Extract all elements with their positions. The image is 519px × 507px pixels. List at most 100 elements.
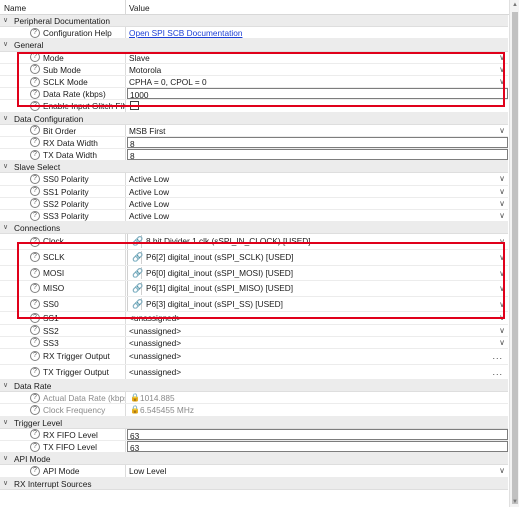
text-field-data-rate-kbps[interactable]: 1000 bbox=[127, 88, 508, 100]
help-icon[interactable]: ? bbox=[30, 236, 40, 247]
help-icon[interactable]: ? bbox=[30, 267, 40, 278]
property-name-cell[interactable]: ? SS0 bbox=[0, 297, 125, 312]
category-rx-interrupt-sources[interactable]: ∨ RX Interrupt Sources bbox=[0, 477, 508, 490]
property-name-cell[interactable]: ? SS1 bbox=[0, 312, 125, 323]
text-field-rx-fifo-level[interactable]: 63 bbox=[127, 428, 508, 441]
property-name-cell[interactable]: ? MISO bbox=[0, 281, 125, 296]
chevron-down-icon[interactable]: ∨ bbox=[499, 234, 505, 249]
header-column-divider[interactable] bbox=[125, 0, 126, 15]
help-icon[interactable]: ? bbox=[30, 174, 40, 185]
collapse-chevron-icon[interactable]: ∨ bbox=[3, 380, 8, 392]
category-api-mode[interactable]: ∨ API Mode bbox=[0, 453, 508, 466]
collapse-chevron-icon[interactable]: ∨ bbox=[3, 161, 8, 173]
help-icon[interactable]: ? bbox=[30, 366, 40, 377]
property-name-cell[interactable]: ? TX Trigger Output bbox=[0, 365, 125, 380]
name-column-header[interactable]: Name bbox=[4, 3, 26, 13]
help-icon[interactable]: ? bbox=[30, 429, 40, 440]
property-name-cell[interactable]: ? Bit Order bbox=[0, 125, 125, 136]
property-name-cell[interactable]: ? SS2 bbox=[0, 325, 125, 336]
property-name-cell[interactable]: ? Clock Frequency bbox=[0, 404, 125, 415]
property-name-cell[interactable]: ? Clock bbox=[0, 234, 125, 249]
collapse-chevron-icon[interactable]: ∨ bbox=[3, 417, 8, 429]
link-icon[interactable]: 🔗 bbox=[132, 297, 143, 312]
chevron-down-icon[interactable]: ∨ bbox=[499, 266, 505, 281]
help-icon[interactable]: ? bbox=[30, 337, 40, 348]
help-icon[interactable]: ? bbox=[30, 210, 40, 221]
more-options-icon[interactable]: ... bbox=[492, 349, 503, 364]
help-icon[interactable]: ? bbox=[30, 299, 40, 310]
scroll-down-arrow-icon[interactable]: ▼ bbox=[510, 497, 519, 507]
scroll-thumb[interactable] bbox=[512, 12, 518, 504]
chevron-down-icon[interactable]: ∨ bbox=[499, 210, 505, 221]
property-name-cell[interactable]: ? SCLK bbox=[0, 250, 125, 265]
property-name-cell[interactable]: ? Mode bbox=[0, 52, 125, 63]
connection-dropdown-sclk[interactable]: 🔗 P6[2] digital_inout (sSPI_SCLK) [USED] ∨ bbox=[127, 249, 508, 265]
vertical-scrollbar[interactable]: ▲ ▼ bbox=[509, 0, 519, 507]
dropdown-sub-mode[interactable]: Motorola ∨ bbox=[127, 64, 508, 75]
collapse-chevron-icon[interactable]: ∨ bbox=[3, 39, 8, 51]
more-options-icon[interactable]: ... bbox=[492, 365, 503, 380]
property-name-cell[interactable]: ? Enable Input Glitch Filter bbox=[0, 100, 125, 111]
property-name-cell[interactable]: ? RX Data Width bbox=[0, 137, 125, 148]
property-name-cell[interactable]: ? SCLK Mode bbox=[0, 76, 125, 87]
property-name-cell[interactable]: ? RX FIFO Level bbox=[0, 429, 125, 440]
property-name-cell[interactable]: ? Sub Mode bbox=[0, 64, 125, 75]
help-icon[interactable]: ? bbox=[30, 88, 40, 99]
connection-dropdown-clock[interactable]: 🔗 8 bit Divider 1 clk (sSPI_IN_CLOCK) [US… bbox=[127, 234, 508, 249]
property-name-cell[interactable]: ? TX FIFO Level bbox=[0, 441, 125, 452]
category-data-rate[interactable]: ∨ Data Rate bbox=[0, 380, 508, 393]
property-name-cell[interactable]: ? TX Data Width bbox=[0, 149, 125, 160]
help-icon[interactable]: ? bbox=[30, 466, 40, 476]
dropdown-ss1[interactable]: <unassigned> ∨ bbox=[127, 312, 508, 323]
dropdown-ss1-polarity[interactable]: Active Low ∨ bbox=[127, 186, 508, 197]
dropdown-ss2[interactable]: <unassigned> ∨ bbox=[127, 325, 508, 336]
property-name-cell[interactable]: ? SS3 Polarity bbox=[0, 210, 125, 221]
help-icon[interactable]: ? bbox=[30, 76, 40, 87]
connection-dropdown-ss0[interactable]: 🔗 P6[3] digital_inout (sSPI_SS) [USED] ∨ bbox=[127, 296, 508, 312]
glitch-filter-checkbox[interactable] bbox=[130, 101, 139, 111]
help-icon[interactable]: ? bbox=[30, 392, 40, 403]
help-icon[interactable]: ? bbox=[30, 137, 40, 148]
dropdown-sclk-mode[interactable]: CPHA = 0, CPOL = 0 ∨ bbox=[127, 76, 508, 87]
link-icon[interactable]: 🔗 bbox=[132, 281, 143, 296]
link-icon[interactable]: 🔗 bbox=[132, 234, 143, 249]
trigger-output-tx-trigger-output[interactable]: <unassigned>... bbox=[127, 365, 508, 380]
chevron-down-icon[interactable]: ∨ bbox=[499, 281, 505, 296]
category-slave-select[interactable]: ∨ Slave Select bbox=[0, 161, 508, 174]
chevron-down-icon[interactable]: ∨ bbox=[499, 250, 505, 265]
connection-dropdown-mosi[interactable]: 🔗 P6[0] digital_inout (sSPI_MOSI) [USED] ∨ bbox=[127, 265, 508, 281]
collapse-chevron-icon[interactable]: ∨ bbox=[3, 15, 8, 27]
chevron-down-icon[interactable]: ∨ bbox=[499, 173, 505, 184]
help-icon[interactable]: ? bbox=[30, 198, 40, 209]
chevron-down-icon[interactable]: ∨ bbox=[499, 198, 505, 209]
help-icon[interactable]: ? bbox=[30, 52, 40, 63]
category-connections[interactable]: ∨ Connections bbox=[0, 222, 508, 235]
help-icon[interactable]: ? bbox=[30, 441, 40, 452]
dropdown-ss2-polarity[interactable]: Active Low ∨ bbox=[127, 198, 508, 209]
link-icon[interactable]: 🔗 bbox=[132, 266, 143, 281]
category-data-configuration[interactable]: ∨ Data Configuration bbox=[0, 112, 508, 125]
property-name-cell[interactable]: ? SS0 Polarity bbox=[0, 173, 125, 184]
help-icon[interactable]: ? bbox=[30, 325, 40, 336]
dropdown-ss3[interactable]: <unassigned> ∨ bbox=[127, 337, 508, 348]
dropdown-ss0-polarity[interactable]: Active Low ∨ bbox=[127, 173, 508, 184]
help-icon[interactable]: ? bbox=[30, 64, 40, 75]
collapse-chevron-icon[interactable]: ∨ bbox=[3, 478, 8, 490]
help-icon[interactable]: ? bbox=[30, 252, 40, 263]
category-peripheral-documentation[interactable]: ∨ Peripheral Documentation bbox=[0, 15, 508, 28]
value-column-header[interactable]: Value bbox=[129, 3, 150, 13]
dropdown-ss3-polarity[interactable]: Active Low ∨ bbox=[127, 210, 508, 221]
dropdown-mode[interactable]: Slave ∨ bbox=[127, 52, 508, 63]
property-name-cell[interactable]: ? Actual Data Rate (kbps) bbox=[0, 392, 125, 403]
collapse-chevron-icon[interactable]: ∨ bbox=[3, 222, 8, 234]
help-icon[interactable]: ? bbox=[30, 125, 40, 136]
connection-dropdown-miso[interactable]: 🔗 P6[1] digital_inout (sSPI_MISO) [USED] ∨ bbox=[127, 281, 508, 296]
scroll-up-arrow-icon[interactable]: ▲ bbox=[510, 0, 519, 10]
chevron-down-icon[interactable]: ∨ bbox=[499, 125, 505, 136]
chevron-down-icon[interactable]: ∨ bbox=[499, 52, 505, 63]
link-icon[interactable]: 🔗 bbox=[132, 250, 143, 265]
chevron-down-icon[interactable]: ∨ bbox=[499, 325, 505, 336]
property-name-cell[interactable]: ? Configuration Help bbox=[0, 27, 125, 38]
property-name-cell[interactable]: ? SS2 Polarity bbox=[0, 198, 125, 209]
collapse-chevron-icon[interactable]: ∨ bbox=[3, 113, 8, 125]
